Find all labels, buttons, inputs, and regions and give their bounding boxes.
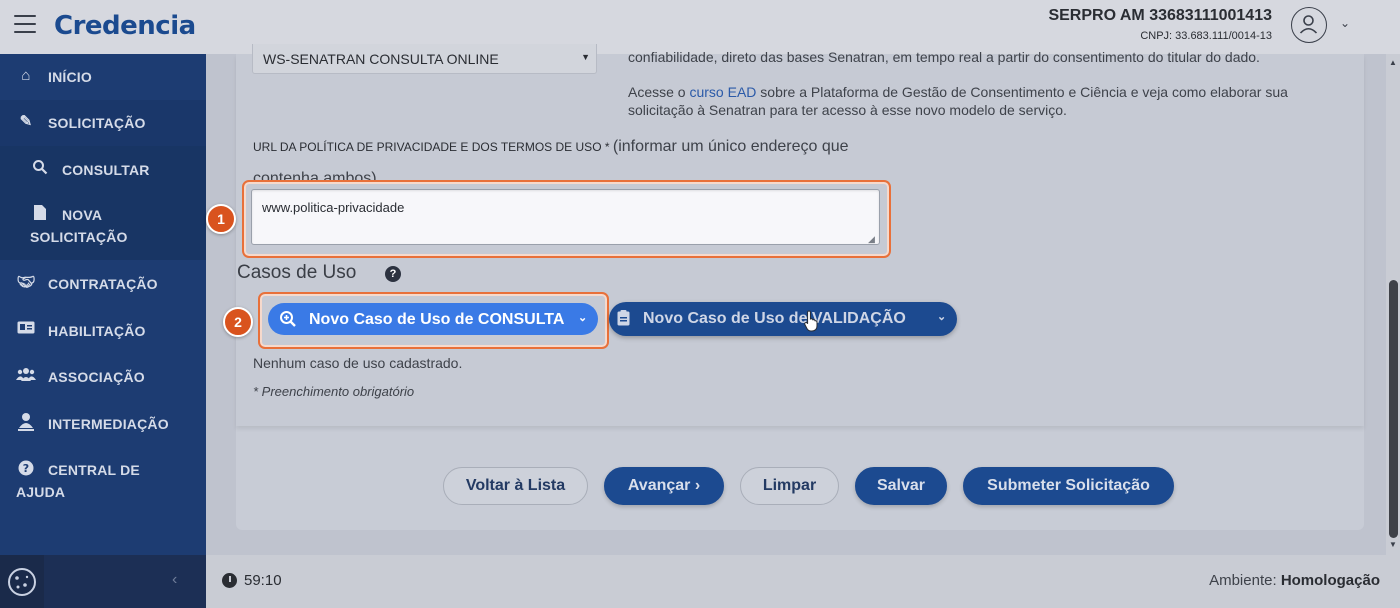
organization-cnpj: CNPJ: 33.683.111/0014-13 [1140, 30, 1272, 42]
chevron-right-icon: › [694, 477, 701, 494]
new-validacao-use-case-button[interactable]: Novo Caso de Uso de VALIDAÇÃO ⌄ [609, 302, 957, 336]
collapse-sidebar-chevron-icon[interactable]: ‹ [172, 571, 177, 589]
save-button[interactable]: Salvar [855, 467, 947, 505]
back-to-list-button[interactable]: Voltar à Lista [443, 467, 588, 505]
caret-down-icon: ▼ [581, 52, 590, 62]
curso-ead-link[interactable]: curso EAD [689, 84, 756, 100]
sidebar-item-intermediacao[interactable]: INTERMEDIAÇÃO [0, 408, 206, 438]
chevron-down-icon: ⌄ [578, 312, 588, 324]
section-title-casos-de-uso: Casos de Uso [237, 262, 357, 283]
scrollbar-thumb[interactable] [1389, 280, 1398, 538]
cookie-settings-button[interactable] [0, 555, 44, 608]
environment-indicator: Ambiente: Homologação [1209, 572, 1380, 589]
zoom-in-icon [279, 310, 297, 332]
sidebar-item-inicio[interactable]: ⌂ INÍCIO [0, 62, 206, 92]
service-info-text: confiabilidade, direto das bases Senatra… [628, 49, 1260, 65]
sidebar-item-solicitacao[interactable]: ✎ SOLICITAÇÃO [0, 100, 206, 146]
pointer-cursor-icon [804, 310, 818, 332]
app-logo[interactable]: Credencia [54, 11, 196, 41]
organization-name: SERPRO AM 33683111001413 [1048, 7, 1272, 24]
ead-info-text: Acesse o curso EAD sobre a Plataforma de… [628, 84, 1288, 100]
sidebar-item-consultar[interactable]: CONSULTAR [0, 146, 206, 192]
clock-icon [222, 573, 237, 588]
privacy-url-label: URL DA POLÍTICA DE PRIVACIDADE E DOS TER… [253, 138, 849, 155]
top-header: Credencia SERPRO AM 33683111001413 CNPJ:… [0, 0, 1400, 54]
search-icon [30, 159, 50, 177]
clipboard-icon [617, 310, 630, 330]
ead-info-text-continued: solicitação à Senatran para ter acesso à… [628, 102, 1067, 118]
scroll-up-arrow-icon[interactable]: ▲ [1389, 58, 1397, 67]
user-menu-chevron-icon[interactable]: ⌄ [1340, 16, 1350, 30]
question-icon: ? [16, 460, 36, 478]
empty-use-cases-message: Nenhum caso de uso cadastrado. [253, 355, 463, 371]
help-icon[interactable]: ? [385, 266, 401, 282]
step-badge-2: 2 [223, 307, 253, 337]
id-card-icon [16, 321, 36, 339]
scroll-down-arrow-icon[interactable]: ▼ [1389, 540, 1397, 549]
new-consulta-use-case-button[interactable]: Novo Caso de Uso de CONSULTA ⌄ [268, 303, 598, 335]
hamburger-menu-icon[interactable] [14, 15, 36, 35]
resize-handle-icon[interactable]: ◢ [868, 234, 875, 245]
step-badge-1: 1 [206, 204, 236, 234]
home-icon: ⌂ [21, 67, 31, 84]
session-timer: 59:10 [244, 572, 282, 589]
edit-icon: ✎ [19, 113, 33, 130]
sidebar-item-central-de-ajuda[interactable]: ? CENTRAL DE AJUDA [0, 454, 206, 506]
privacy-url-textarea[interactable] [251, 189, 880, 245]
service-select[interactable]: WS-SENATRAN CONSULTA ONLINE ▼ [252, 44, 597, 74]
svg-text:?: ? [23, 462, 30, 475]
sidebar-item-nova-solicitacao[interactable]: NOVA SOLICITAÇÃO [0, 192, 206, 260]
sidebar-item-habilitacao[interactable]: HABILITAÇÃO [0, 315, 206, 345]
user-avatar-icon[interactable] [1291, 7, 1327, 43]
users-icon [16, 367, 36, 385]
file-icon [30, 205, 50, 223]
sidebar: ⌂ INÍCIO ✎ SOLICITAÇÃO CONSULTAR NOVA SO… [0, 54, 206, 555]
handshake-icon: 🤝︎ [16, 274, 36, 291]
required-fields-note: * Preenchimento obrigatório [253, 384, 415, 399]
next-button[interactable]: Avançar › [604, 467, 724, 505]
sidebar-footer: ‹ [0, 555, 206, 608]
sidebar-item-associacao[interactable]: ASSOCIAÇÃO [0, 361, 206, 391]
clear-button[interactable]: Limpar [740, 467, 839, 505]
user-network-icon [16, 412, 36, 431]
chevron-down-icon: ⌄ [937, 311, 947, 323]
submit-request-button[interactable]: Submeter Solicitação [963, 467, 1174, 505]
sidebar-item-contratacao[interactable]: 🤝︎ CONTRATAÇÃO [0, 268, 206, 298]
